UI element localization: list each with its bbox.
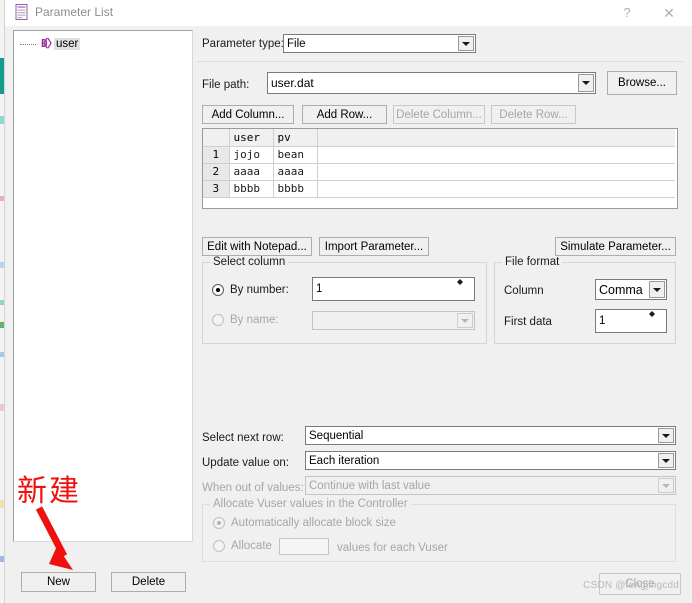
- file-path-value: user.dat: [271, 76, 314, 90]
- table-cell[interactable]: aaaa: [273, 163, 318, 181]
- table-header-row: user pv: [203, 129, 675, 147]
- delete-row-button: Delete Row...: [491, 105, 576, 124]
- title-bar: Parameter List ? ✕: [5, 0, 692, 27]
- by-number-label: By number:: [230, 284, 289, 296]
- auto-allocate-radio-dot: [213, 517, 225, 529]
- allocate-value-input: [279, 538, 329, 555]
- first-data-value: 1: [599, 315, 606, 327]
- by-name-radio-dot: [212, 314, 224, 326]
- update-value-on-combo[interactable]: Each iteration: [305, 451, 676, 470]
- table-cell[interactable]: bean: [273, 146, 318, 164]
- stepper-down-icon[interactable]: [649, 314, 665, 317]
- table-cell[interactable]: aaaa: [229, 163, 274, 181]
- file-format-group-title: File format: [502, 256, 563, 268]
- table-row[interactable]: 1 jojo bean: [203, 146, 675, 164]
- close-dialog-button[interactable]: Close: [599, 573, 681, 595]
- by-number-spinner[interactable]: 1: [312, 277, 475, 301]
- when-out-of-values-value: Continue with last value: [309, 479, 431, 492]
- update-value-on-value: Each iteration: [309, 454, 380, 467]
- allocate-radio-dot: [213, 540, 225, 552]
- table: user pv 1 jojo bean 2 aaaa aaaa 3 bbbb b…: [203, 129, 675, 198]
- table-cell-empty: [317, 146, 675, 164]
- table-cell-empty: [317, 163, 675, 181]
- new-button[interactable]: New: [21, 572, 96, 592]
- close-window-button[interactable]: ✕: [649, 0, 689, 26]
- table-row-number: 2: [203, 163, 230, 181]
- by-name-chevron-down-icon: [457, 313, 473, 328]
- parameter-type-chevron-down-icon[interactable]: [458, 36, 474, 51]
- file-path-label: File path:: [202, 79, 250, 91]
- by-name-label: By name:: [230, 314, 279, 326]
- tree-item-user[interactable]: 〈 D 〉 user: [20, 36, 81, 51]
- by-number-stepper[interactable]: [457, 279, 473, 299]
- by-number-value: 1: [316, 283, 323, 295]
- table-corner-cell: [203, 129, 230, 147]
- table-cell[interactable]: bbbb: [273, 180, 318, 198]
- first-data-label: First data: [504, 316, 552, 328]
- select-next-row-combo[interactable]: Sequential: [305, 426, 676, 445]
- table-column-header-empty: [317, 129, 675, 147]
- select-next-row-value: Sequential: [309, 429, 364, 442]
- parameter-data-table[interactable]: user pv 1 jojo bean 2 aaaa aaaa 3 bbbb b…: [202, 128, 678, 209]
- browse-button[interactable]: Browse...: [607, 71, 677, 95]
- table-column-header[interactable]: user: [229, 129, 274, 147]
- first-data-spinner[interactable]: 1: [595, 309, 667, 333]
- column-format-chevron-down-icon[interactable]: [649, 281, 665, 298]
- update-value-on-chevron-down-icon[interactable]: [658, 453, 674, 468]
- parameter-icon: 〈 D 〉: [37, 37, 58, 50]
- table-cell[interactable]: jojo: [229, 146, 274, 164]
- allocate-radio: Allocate: [213, 540, 272, 552]
- when-out-of-values-label: When out of values:: [202, 482, 304, 494]
- tree-connector-icon: [20, 43, 36, 46]
- select-column-group-title: Select column: [210, 256, 289, 268]
- delete-button[interactable]: Delete: [111, 572, 186, 592]
- by-name-radio[interactable]: By name:: [212, 314, 279, 326]
- update-value-on-label: Update value on:: [202, 457, 289, 469]
- select-next-row-label: Select next row:: [202, 432, 284, 444]
- by-number-radio-dot: [212, 284, 224, 296]
- parameter-list-window: Parameter List ? ✕ 〈 D 〉 user 新建 New Delet…: [4, 0, 692, 603]
- window-title: Parameter List: [35, 5, 114, 19]
- parameter-list-icon: [14, 4, 30, 21]
- annotation-text: 新建: [17, 474, 81, 509]
- simulate-parameter-button[interactable]: Simulate Parameter...: [555, 237, 676, 256]
- parameter-details-pane: Parameter type: File File path: user.dat…: [197, 26, 689, 603]
- column-format-value: Comma: [599, 282, 643, 297]
- allocate-label: Allocate: [231, 540, 272, 552]
- allocate-suffix-label: values for each Vuser: [337, 542, 448, 554]
- table-row[interactable]: 2 aaaa aaaa: [203, 163, 675, 181]
- table-row-number: 3: [203, 180, 230, 198]
- first-data-stepper[interactable]: [649, 311, 665, 331]
- help-button[interactable]: ?: [607, 0, 647, 26]
- when-out-of-values-combo: Continue with last value: [305, 476, 676, 495]
- table-cell-empty: [317, 180, 675, 198]
- parameter-type-combo[interactable]: File: [283, 34, 476, 53]
- parameter-type-label: Parameter type:: [202, 38, 284, 50]
- auto-allocate-label: Automatically allocate block size: [231, 517, 396, 529]
- table-column-header[interactable]: pv: [273, 129, 318, 147]
- edit-with-notepad-button[interactable]: Edit with Notepad...: [202, 237, 312, 256]
- stepper-down-icon[interactable]: [457, 282, 473, 285]
- add-column-button[interactable]: Add Column...: [202, 105, 294, 124]
- when-out-of-values-chevron-down-icon: [658, 478, 674, 493]
- section-divider: [197, 61, 683, 62]
- column-format-combo[interactable]: Comma: [595, 279, 667, 300]
- column-format-label: Column: [504, 285, 544, 297]
- auto-allocate-radio: Automatically allocate block size: [213, 517, 396, 529]
- import-parameter-button[interactable]: Import Parameter...: [319, 237, 429, 256]
- select-next-row-chevron-down-icon[interactable]: [658, 428, 674, 443]
- allocate-vuser-group-title: Allocate Vuser values in the Controller: [210, 498, 411, 510]
- delete-column-button: Delete Column...: [393, 105, 485, 124]
- table-row-number: 1: [203, 146, 230, 164]
- file-path-combo[interactable]: user.dat: [267, 72, 596, 94]
- file-path-chevron-down-icon[interactable]: [578, 74, 594, 92]
- by-name-combo: [312, 311, 475, 330]
- parameter-type-value: File: [287, 37, 306, 50]
- by-number-radio[interactable]: By number:: [212, 284, 289, 296]
- table-cell[interactable]: bbbb: [229, 180, 274, 198]
- select-column-group: Select column: [202, 256, 487, 344]
- table-row[interactable]: 3 bbbb bbbb: [203, 180, 675, 198]
- add-row-button[interactable]: Add Row...: [302, 105, 387, 124]
- client-area: 〈 D 〉 user 新建 New Delete Parameter type: F…: [5, 26, 692, 603]
